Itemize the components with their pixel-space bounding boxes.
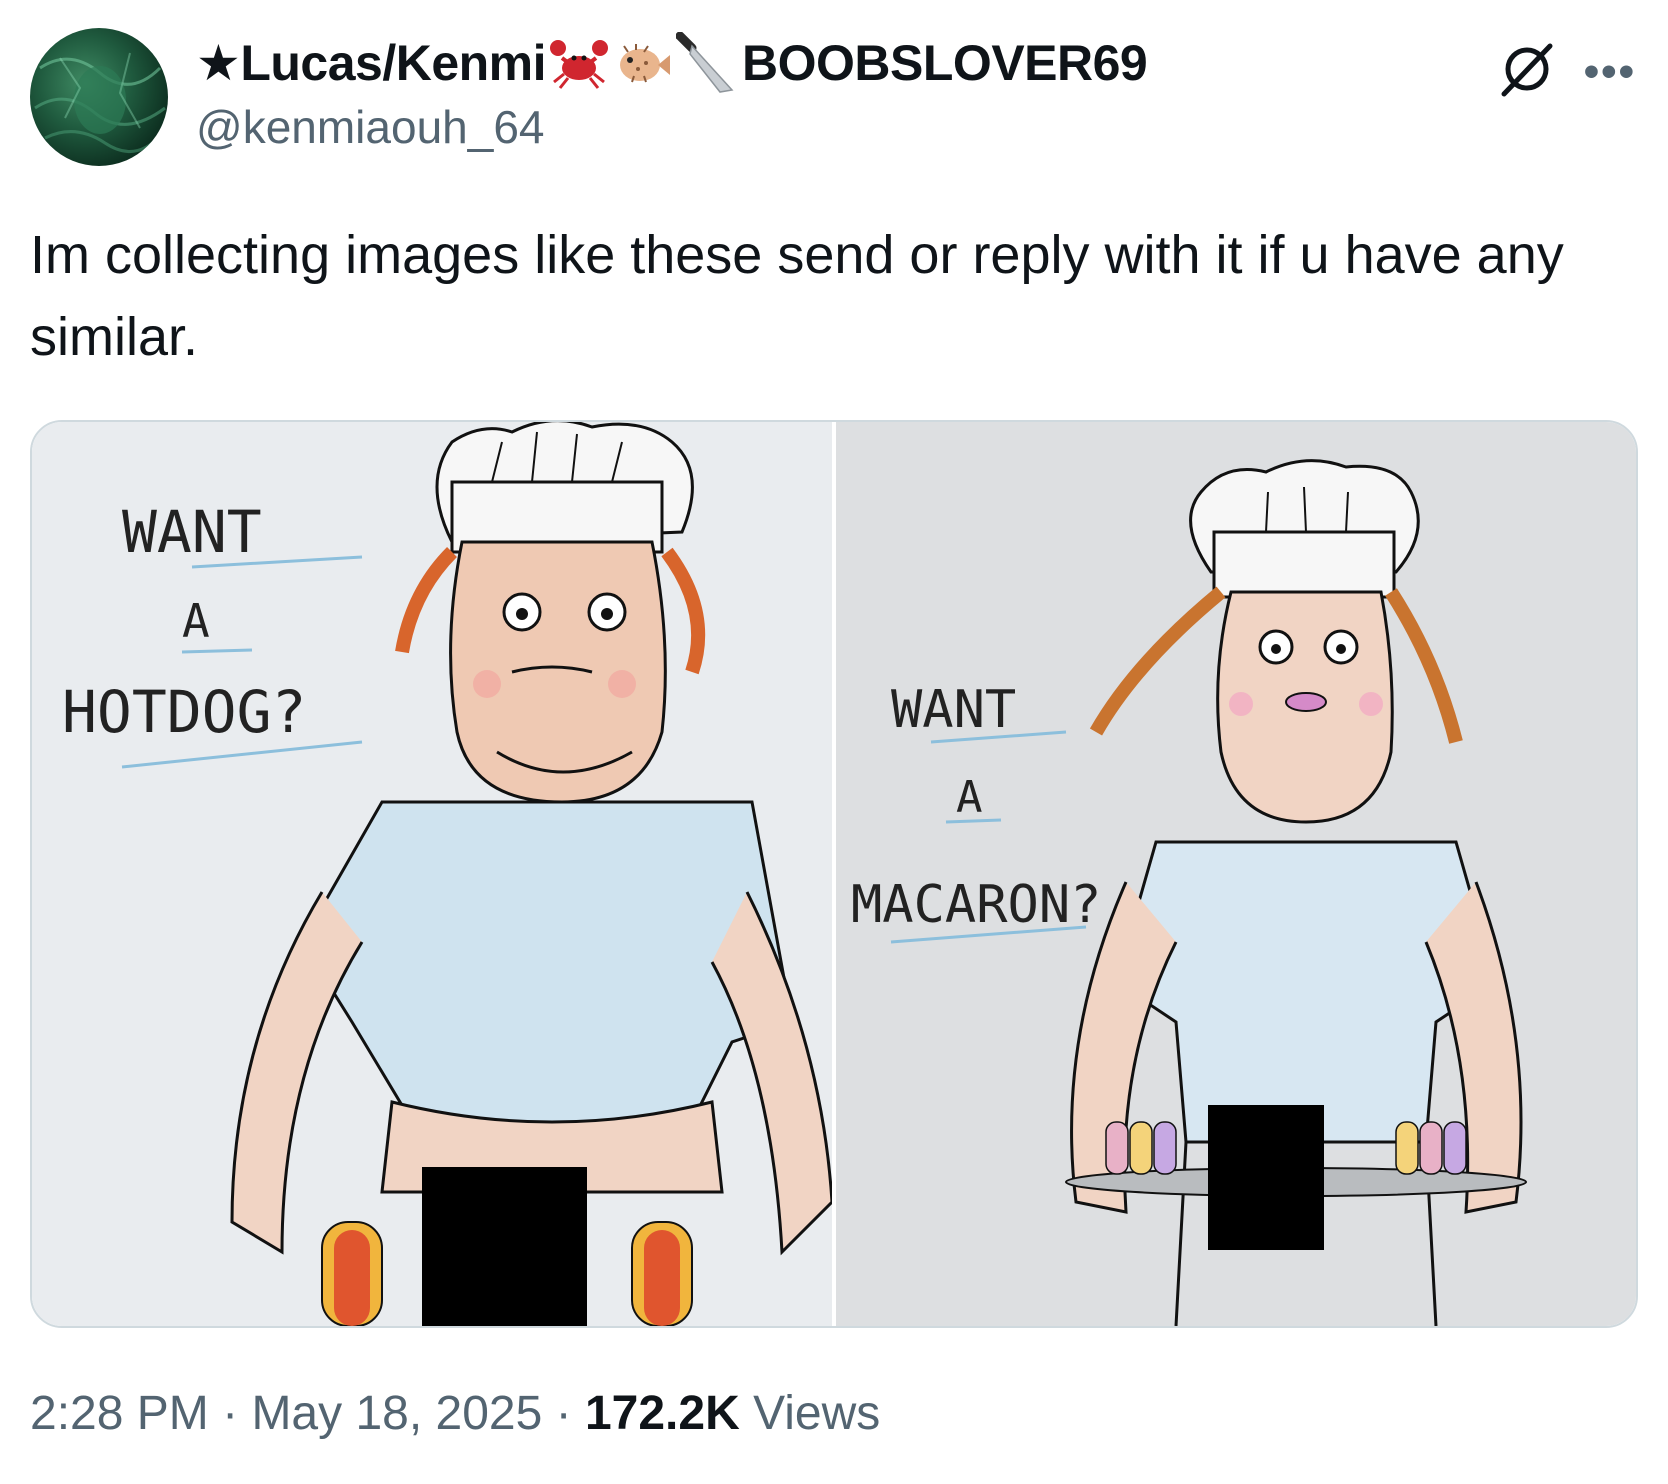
macaron-drawing: WANT A MACARON?	[851, 459, 1527, 1326]
display-name-suffix: BOOBSLOVER69	[742, 35, 1148, 91]
user-handle[interactable]: @kenmiaouh_64	[196, 100, 1468, 154]
caption-line-3: HOTDOG?	[62, 678, 306, 746]
caption-line-2: A	[182, 594, 210, 648]
views-count[interactable]: 172.2K	[585, 1387, 740, 1440]
meta-separator: ·	[555, 1387, 572, 1440]
tweet-card: ★Lucas/Kenmi BOOBSLOVER69 @kenmiaouh_64 …	[0, 0, 1668, 1484]
blowfish-icon	[614, 38, 672, 88]
caption-line-3: MACARON?	[851, 875, 1101, 935]
grok-icon[interactable]	[1498, 40, 1556, 103]
tweet-meta: 2:28 PM · May 18, 2025 · 172.2K Views	[30, 1386, 880, 1441]
caption-line-1: WANT	[122, 498, 262, 566]
views-label: Views	[753, 1387, 881, 1440]
tweet-text: Im collecting images like these send or …	[30, 225, 1564, 367]
avatar[interactable]	[30, 28, 168, 166]
display-name[interactable]: ★Lucas/Kenmi BOOBSLOVER69	[196, 28, 1468, 98]
crab-icon	[548, 36, 610, 90]
knife-icon	[676, 32, 736, 94]
more-options-icon[interactable]: •••	[1584, 49, 1636, 94]
tweet-date[interactable]: May 18, 2025	[251, 1387, 542, 1440]
tweet-time[interactable]: 2:28 PM	[30, 1387, 209, 1440]
header-actions: •••	[1498, 40, 1636, 103]
hotdog-drawing: WANT A HOTDOG?	[62, 422, 832, 1326]
caption-line-1: WANT	[891, 680, 1016, 740]
display-name-text: ★Lucas/Kenmi	[196, 35, 547, 91]
avatar-image	[34, 52, 166, 153]
caption-line-2: A	[956, 772, 983, 823]
media-image-macaron[interactable]: WANT A MACARON?	[836, 422, 1636, 1326]
media-grid: WANT A HOTDOG? WANT A MACARON?	[30, 420, 1638, 1328]
meta-separator: ·	[222, 1387, 239, 1440]
author-info: ★Lucas/Kenmi BOOBSLOVER69 @kenmiaouh_64	[196, 28, 1468, 158]
media-image-hotdog[interactable]: WANT A HOTDOG?	[32, 422, 832, 1326]
